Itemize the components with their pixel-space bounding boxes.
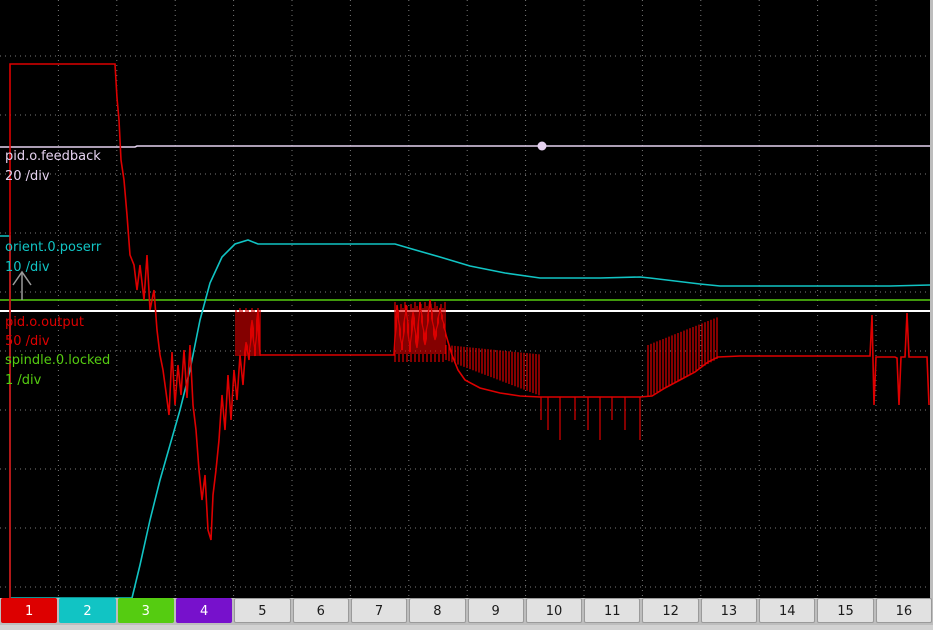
channel-button-6[interactable]: 6 [292, 598, 349, 623]
channel-4-signal-label[interactable]: pid.o.feedback [5, 148, 101, 165]
channel-select-bar: 1 2 3 4 5 6 7 8 9 10 11 12 13 14 15 16 [0, 598, 933, 625]
channel-2-signal-label[interactable]: orient.0.poserr [5, 239, 101, 256]
channel-button-8[interactable]: 8 [409, 598, 466, 623]
trace-pid-o-output[interactable] [9, 63, 930, 598]
channel-button-5[interactable]: 5 [234, 598, 291, 623]
status-strip [0, 625, 933, 630]
channel-button-2[interactable]: 2 [59, 598, 116, 623]
channel-button-10[interactable]: 10 [525, 598, 583, 623]
channel-4-scale-label: 20 /div [5, 169, 50, 184]
channel-button-4[interactable]: 4 [175, 598, 233, 623]
channel-button-15[interactable]: 15 [817, 598, 874, 623]
channel-button-11[interactable]: 11 [584, 598, 641, 623]
trace-pid-o-feedback[interactable] [0, 141, 930, 151]
trigger-level-arrow[interactable] [12, 270, 32, 300]
channel-button-12[interactable]: 12 [642, 598, 699, 623]
channel-button-13[interactable]: 13 [700, 598, 758, 623]
channel-button-14[interactable]: 14 [759, 598, 816, 623]
trace-cursor-dot[interactable] [537, 141, 547, 151]
channel-2-scale-label: 10 /div [5, 260, 50, 275]
channel-3-signal-label[interactable]: spindle.0.locked [5, 352, 110, 369]
scope-display[interactable]: pid.o.feedback 20 /div orient.0.poserr 1… [0, 0, 930, 598]
channel-1-signal-label[interactable]: pid.o.output [5, 314, 84, 331]
channel-button-1[interactable]: 1 [1, 598, 58, 623]
channel-button-9[interactable]: 9 [467, 598, 524, 623]
waveform-canvas[interactable] [0, 0, 930, 598]
halscope-window: pid.o.feedback 20 /div orient.0.poserr 1… [0, 0, 933, 630]
channel-3-scale-label: 1 /div [5, 373, 42, 388]
channel-button-7[interactable]: 7 [350, 598, 408, 623]
channel-1-scale-label: 50 /div [5, 334, 50, 349]
channel-button-3[interactable]: 3 [117, 598, 174, 623]
trace-orient-0-poserr[interactable] [0, 235, 930, 598]
grid [0, 0, 930, 598]
channel-button-16[interactable]: 16 [875, 598, 932, 623]
